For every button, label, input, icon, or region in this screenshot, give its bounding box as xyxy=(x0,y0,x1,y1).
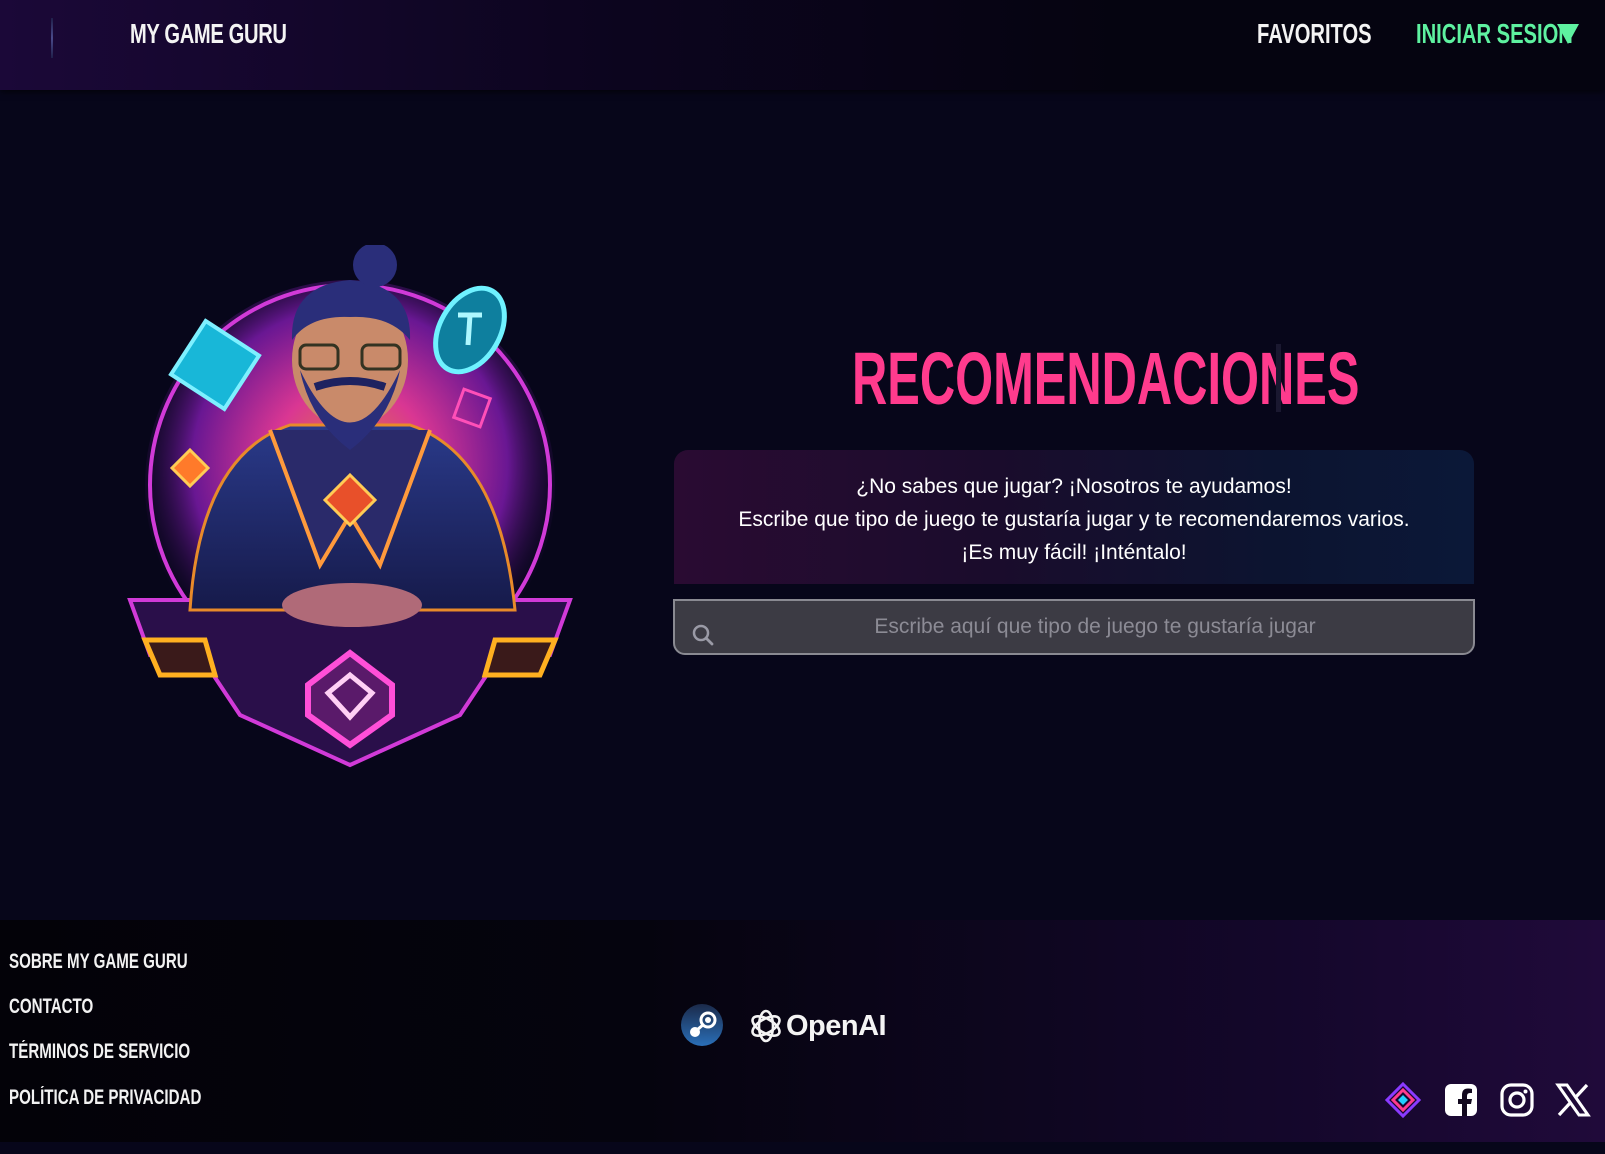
guru-mascot-illustration xyxy=(127,245,573,768)
nav-login[interactable]: INICIAR SESION xyxy=(1416,18,1573,50)
footer-link-contact[interactable]: CONTACTO xyxy=(9,995,93,1019)
openai-logo-icon[interactable] xyxy=(746,1006,786,1046)
steam-logo-icon[interactable] xyxy=(680,1003,724,1047)
x-icon[interactable] xyxy=(1555,1082,1591,1118)
intro-line: Escribe que tipo de juego te gustaría ju… xyxy=(738,508,1410,531)
menu-toggle[interactable] xyxy=(51,18,53,58)
search-input[interactable] xyxy=(735,601,1455,653)
intro-line: ¡Es muy fácil! ¡Inténtalo! xyxy=(961,541,1187,564)
footer-link-about[interactable]: SOBRE MY GAME GURU xyxy=(9,950,188,974)
brand-link[interactable]: MY GAME GURU xyxy=(130,18,287,50)
footer-link-terms[interactable]: TÉRMINOS DE SERVICIO xyxy=(9,1040,190,1064)
instagram-icon[interactable] xyxy=(1499,1082,1535,1118)
intro-box: ¿No sabes que jugar? ¡Nosotros te ayudam… xyxy=(674,450,1474,584)
app-logo-icon[interactable] xyxy=(1385,1082,1421,1118)
intro-line: ¿No sabes que jugar? ¡Nosotros te ayudam… xyxy=(856,475,1292,498)
footer-link-privacy[interactable]: POLÍTICA DE PRIVACIDAD xyxy=(9,1086,201,1110)
nav-favorites[interactable]: FAVORITOS xyxy=(1257,18,1372,50)
openai-wordmark[interactable]: OpenAI xyxy=(786,1010,887,1043)
search-icon[interactable] xyxy=(691,623,715,647)
top-navbar: MY GAME GURU FAVORITOS INICIAR SESION xyxy=(0,0,1605,90)
search-bar xyxy=(673,599,1475,655)
title-cursor xyxy=(1276,344,1281,412)
facebook-icon[interactable] xyxy=(1443,1082,1479,1118)
login-dropdown-caret-icon[interactable] xyxy=(1557,24,1579,44)
page-title: RECOMENDACIONES xyxy=(852,337,1360,420)
